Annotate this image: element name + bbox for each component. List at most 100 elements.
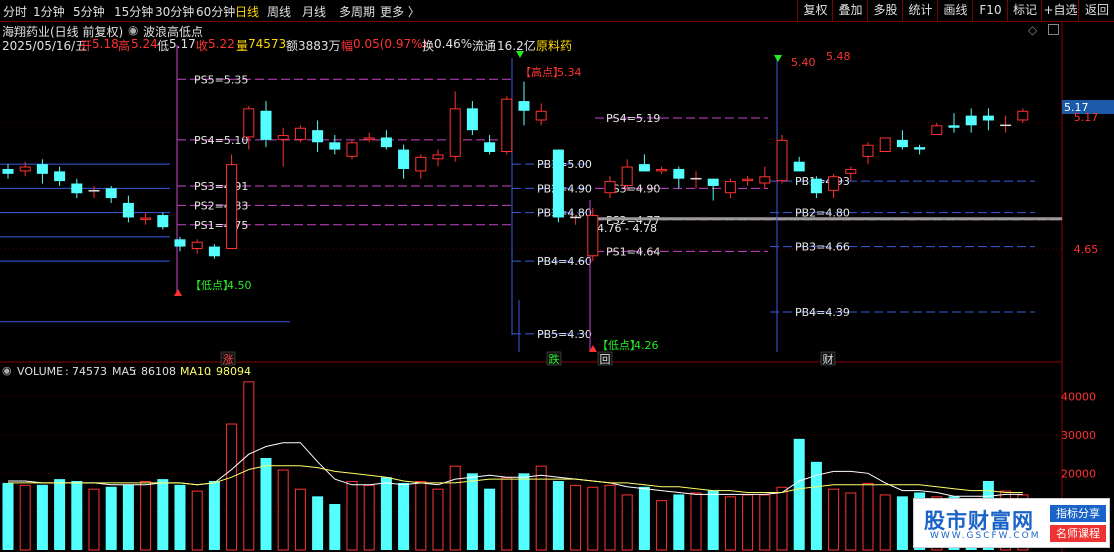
candle-body-up <box>587 215 599 257</box>
candle-body-down <box>312 130 324 143</box>
candle-body-down <box>793 161 805 172</box>
candlestick-series <box>2 81 1029 262</box>
candle-body-up <box>621 166 633 186</box>
volume-bar-up <box>690 492 702 551</box>
toolbar-button[interactable]: 多股 <box>867 0 903 21</box>
volume-bar-up <box>226 423 238 551</box>
volume-bar-up <box>363 484 375 551</box>
candle-body-up <box>191 241 203 250</box>
vol-label: 量 <box>236 39 249 53</box>
wave-marker-value: 5.40 <box>791 56 816 69</box>
volume-bar-down <box>260 458 272 550</box>
volume-bar-down <box>71 481 83 550</box>
vol-value: 74573 <box>248 37 287 51</box>
candle-body-up <box>140 217 152 220</box>
timeframe-tab[interactable]: 5分钟 <box>73 3 105 20</box>
timeframe-tab[interactable]: 15分钟 <box>114 3 153 20</box>
toolbar-button[interactable]: 复权 <box>797 0 833 21</box>
candle-body-down <box>896 139 908 148</box>
marker-arrow-icon <box>174 289 182 296</box>
wave-level-label: PB3=4.66 <box>795 241 850 254</box>
timeframe-tab[interactable]: 30分钟 <box>155 3 194 20</box>
volume-bar-down <box>312 496 324 550</box>
candle-body-up <box>931 125 943 136</box>
volume-bar-down <box>380 477 392 550</box>
ma10-label: MA10 <box>180 365 212 378</box>
volume-title: VOLUME <box>17 365 64 378</box>
candle-body-down <box>982 115 994 121</box>
timeframe-tab[interactable]: 分时 <box>3 3 27 20</box>
candle-body-up <box>449 108 461 157</box>
volume-bar-down <box>122 484 134 550</box>
watermark-url: WWW.GSCFW.COM <box>930 531 1041 541</box>
wave-marker-value: 4.26 <box>634 339 659 352</box>
volume-bar-down <box>484 488 496 550</box>
wave-level-label: PS1=4.64 <box>606 245 660 258</box>
volume-bar-up <box>88 488 100 551</box>
toolbar-button[interactable]: 标记 <box>1007 0 1042 21</box>
candle-body-down <box>673 168 685 179</box>
volume-bar-up <box>742 494 754 551</box>
candle-body-down <box>638 164 650 172</box>
volume-bar-down <box>793 438 805 550</box>
timeframe-tab[interactable]: 日线 <box>235 3 259 20</box>
candle-body-down <box>329 142 341 150</box>
wave-level-label: PS3=4.91 <box>194 180 248 193</box>
candle-body-up <box>724 181 736 194</box>
high-label: 高 <box>118 39 131 53</box>
volume-bar-up <box>759 494 771 551</box>
timeframe-tab[interactable]: 60分钟 <box>196 3 235 20</box>
close-label: 收 <box>196 39 209 53</box>
amount-label: 额 <box>286 39 299 53</box>
timeframe-tab[interactable]: 月线 <box>302 3 326 20</box>
wave-level-label: PB2=4.90 <box>537 182 592 195</box>
wave-level-label: PB1=5.00 <box>537 158 592 171</box>
volume-bar-up <box>570 484 582 551</box>
volume-tick-label: 20000 <box>1061 467 1096 480</box>
candle-body-down <box>54 171 66 182</box>
watermark-tag-courses: 名师课程 <box>1050 525 1106 542</box>
close-value: 5.22 <box>208 37 235 51</box>
toolbar-button[interactable]: +自选 <box>1041 0 1079 21</box>
volume-bar-up <box>776 486 788 551</box>
wave-level-label: PB4=4.60 <box>537 255 592 268</box>
toolbar-button[interactable]: 返回 <box>1078 0 1114 21</box>
volume-bar-down <box>673 494 685 550</box>
candle-body-down <box>914 147 926 150</box>
diamond-icon[interactable]: ◇ <box>1028 23 1037 37</box>
event-tag: 跌 <box>549 352 560 366</box>
toolbar-button[interactable]: 统计 <box>902 0 938 21</box>
volume-tick-label: 30000 <box>1061 429 1096 442</box>
volume-bar-up <box>862 482 874 551</box>
toolbar-button[interactable]: F10 <box>972 0 1008 21</box>
volume-bar-up <box>501 477 513 551</box>
price-tick-label: 4.65 <box>1074 243 1099 256</box>
wave-marker-value: 4.50 <box>227 279 252 292</box>
wave-marker-value: 5.34 <box>557 66 582 79</box>
toolbar-button[interactable]: 画线 <box>937 0 973 21</box>
timeframe-tab[interactable]: 更多 〉 <box>380 3 420 20</box>
wave-level-label: PS1=4.75 <box>194 219 248 232</box>
amount-value: 3883万 <box>298 39 341 53</box>
timeframe-tab[interactable]: 1分钟 <box>33 3 65 20</box>
wave-level-label: PS2=4.83 <box>194 199 248 212</box>
indicator-toggle-icon[interactable]: ◉ <box>128 23 138 37</box>
volume-toggle-icon[interactable]: ◉ <box>2 364 12 377</box>
volume-bar-down <box>105 486 117 550</box>
candle-body-down <box>2 168 14 174</box>
event-tag: 回 <box>600 353 611 366</box>
current-price-axis-label: 5.17 <box>1074 111 1099 124</box>
volume-bar-up <box>432 488 444 551</box>
candle-body-down <box>398 149 410 169</box>
volume-tick-label: 40000 <box>1061 391 1096 404</box>
timeframe-tab[interactable]: 周线 <box>267 3 291 20</box>
volume-bar-up <box>415 481 427 551</box>
wave-level-label: PB4=4.39 <box>795 306 850 319</box>
timeframe-tab[interactable]: 多周期 <box>339 3 375 20</box>
candle-body-up <box>604 181 616 194</box>
toolbar-button[interactable]: 叠加 <box>832 0 868 21</box>
volume-bar-down <box>398 482 410 550</box>
candle-body-down <box>810 178 822 194</box>
candle-body-down <box>208 246 220 257</box>
maximize-icon[interactable] <box>1048 24 1059 35</box>
